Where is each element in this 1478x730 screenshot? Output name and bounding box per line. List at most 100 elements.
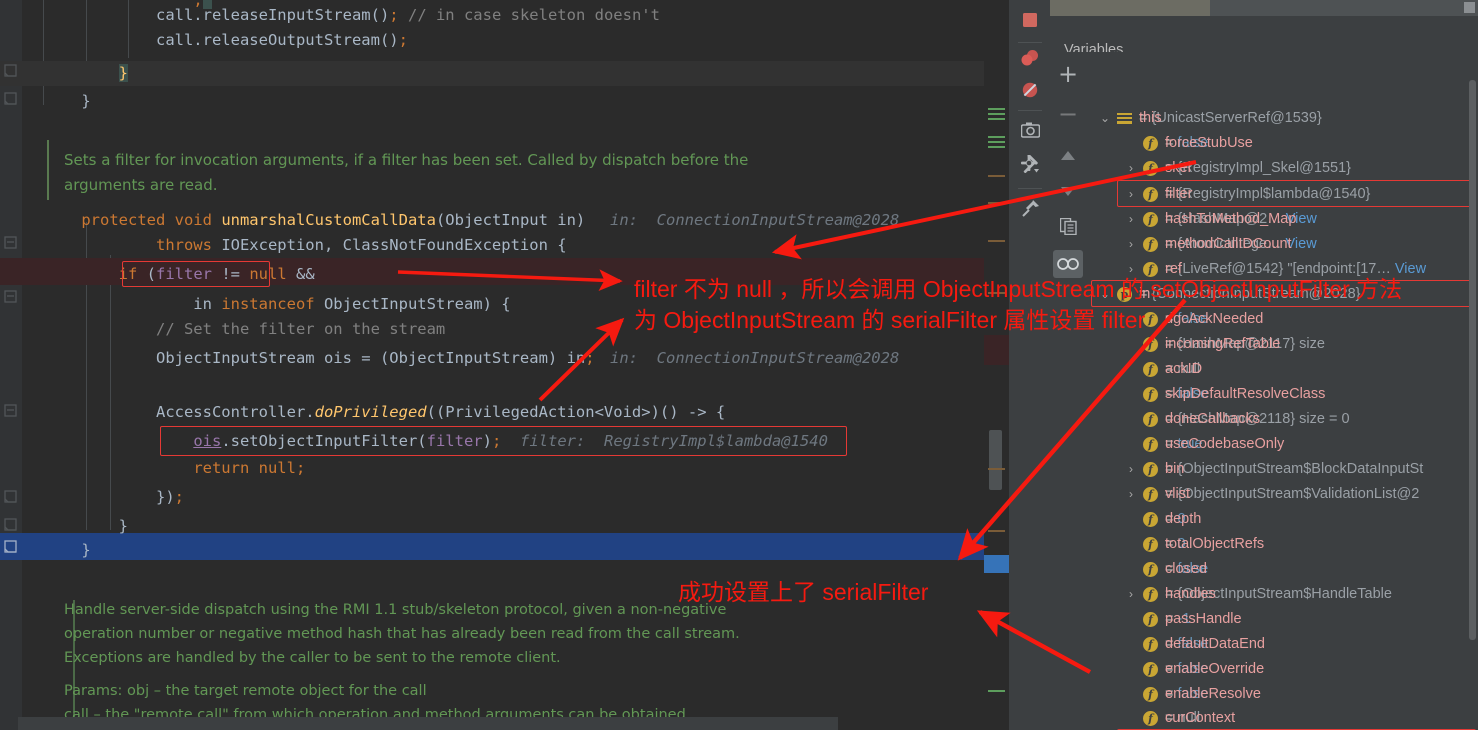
variable-row[interactable]: f enableResolve = false bbox=[1087, 682, 1478, 707]
variable-row[interactable]: › f skel = {RegistryImpl_Skel@1551} bbox=[1087, 156, 1478, 181]
remove-watch-button[interactable]: − bbox=[1053, 100, 1083, 128]
move-up-button[interactable] bbox=[1053, 140, 1083, 168]
variable-name: passHandle bbox=[1165, 611, 1242, 627]
variable-name: ref bbox=[1165, 261, 1182, 277]
variable-row[interactable]: f forceStubUse = false bbox=[1087, 131, 1478, 156]
variable-row[interactable]: f depth = 0 bbox=[1087, 507, 1478, 532]
chevron-down-icon[interactable]: ⌄ bbox=[1097, 282, 1113, 307]
view-link[interactable]: View bbox=[1391, 261, 1426, 277]
editor-marker-bar[interactable] bbox=[984, 0, 1010, 730]
fold-region-icon[interactable] bbox=[4, 92, 17, 105]
variable-row[interactable]: › f handles = {ObjectInputStream$HandleTab… bbox=[1087, 582, 1478, 607]
variable-row[interactable]: f dgcAckNeeded = false bbox=[1087, 307, 1478, 332]
variable-row[interactable]: › f ref = {LiveRef@1542} "[endpoint:[17… V… bbox=[1087, 257, 1478, 282]
chevron-right-icon[interactable]: › bbox=[1123, 232, 1139, 257]
debug-tab-active[interactable] bbox=[1050, 0, 1210, 16]
variable-row[interactable]: f passHandle = -1 bbox=[1087, 607, 1478, 632]
variable-name: incomingRefTable bbox=[1165, 336, 1281, 352]
variable-row[interactable]: › f hashToMethod_Map = {HashMap@2… View bbox=[1087, 207, 1478, 232]
execution-pointer-icon[interactable] bbox=[4, 540, 17, 553]
field-icon: f bbox=[1143, 187, 1158, 202]
variable-row[interactable]: f curContext = null bbox=[1087, 706, 1478, 730]
variable-row[interactable]: f incomingRefTable = {HashMap@2117} size bbox=[1087, 332, 1478, 357]
pin-tab-button[interactable] bbox=[1016, 196, 1044, 224]
variables-tree[interactable]: ⌄ this = {UnicastServerRef@1539} f forceStu… bbox=[1087, 52, 1478, 730]
close-icon[interactable] bbox=[1464, 2, 1475, 13]
variable-text: useCodebaseOnly = true bbox=[1165, 432, 1284, 457]
chevron-right-icon[interactable]: › bbox=[1123, 182, 1139, 207]
breakpoints-icon bbox=[1020, 49, 1040, 71]
field-icon: f bbox=[1143, 487, 1158, 502]
move-down-button[interactable] bbox=[1053, 176, 1083, 204]
variable-text: passHandle = -1 bbox=[1165, 607, 1242, 632]
fold-collapse-icon[interactable] bbox=[4, 404, 17, 417]
chevron-right-icon[interactable]: › bbox=[1123, 482, 1139, 507]
debugger-toolbar[interactable] bbox=[1010, 0, 1050, 730]
variable-row[interactable]: f closed = false bbox=[1087, 557, 1478, 582]
variable-row[interactable]: › f bin = {ObjectInputStream$BlockDataInpu… bbox=[1087, 457, 1478, 482]
chevron-right-icon[interactable]: › bbox=[1123, 457, 1139, 482]
variables-panel[interactable]: Variables + − ⌄ this = {UnicastServerRef@… bbox=[1050, 0, 1478, 730]
stop-button[interactable] bbox=[1016, 8, 1044, 36]
variable-name: defaultDataEnd bbox=[1165, 636, 1265, 652]
settings-button[interactable] bbox=[1016, 152, 1044, 180]
pin-icon bbox=[1021, 199, 1040, 222]
editor-scrollbar-thumb[interactable] bbox=[989, 430, 1002, 490]
variable-row[interactable]: f useCodebaseOnly = true bbox=[1087, 432, 1478, 457]
variable-name: handles bbox=[1165, 586, 1216, 602]
variable-row[interactable]: f totalObjectRefs = 0 bbox=[1087, 532, 1478, 557]
field-icon: f bbox=[1143, 262, 1158, 277]
glasses-icon bbox=[1057, 255, 1079, 274]
variable-name: useCodebaseOnly bbox=[1165, 436, 1285, 452]
variable-row[interactable]: › f vlist = {ObjectInputStream$ValidationL… bbox=[1087, 482, 1478, 507]
chevron-down-icon[interactable]: ⌄ bbox=[1097, 106, 1113, 131]
fold-region-icon[interactable] bbox=[4, 490, 17, 503]
screenshot-button[interactable] bbox=[1016, 118, 1044, 146]
field-icon: f bbox=[1143, 312, 1158, 327]
variable-text: defaultDataEnd = false bbox=[1165, 632, 1265, 657]
mute-breakpoints-button[interactable] bbox=[1016, 78, 1044, 106]
code-line: call.releaseInputStream(); // in case sk… bbox=[44, 6, 660, 24]
variable-row[interactable]: ⌄ this = {UnicastServerRef@1539} bbox=[1087, 106, 1478, 131]
copy-icon bbox=[1059, 217, 1077, 239]
variable-name: this bbox=[1139, 110, 1162, 126]
inline-hint: in: ConnectionInputStream@2028 bbox=[610, 349, 900, 367]
inline-hint: in: ConnectionInputStream@2028 bbox=[610, 211, 900, 229]
variable-name: forceStubUse bbox=[1165, 135, 1253, 151]
variable-row[interactable]: f doneCallbacks = {HashMap@2118} size = 0 bbox=[1087, 407, 1478, 432]
chevron-right-icon[interactable]: › bbox=[1123, 156, 1139, 181]
variable-text: enableResolve = false bbox=[1165, 682, 1261, 707]
doc-scroll-area[interactable] bbox=[18, 717, 838, 730]
fold-collapse-icon[interactable] bbox=[4, 290, 17, 303]
variable-text: methodCallIDCount = {AtomicIntege… View bbox=[1165, 232, 1317, 257]
variable-row[interactable]: › f filter = {RegistryImpl$lambda@1540} bbox=[1087, 182, 1478, 207]
variables-side-toolbar[interactable]: + − bbox=[1050, 52, 1087, 730]
variable-row[interactable]: f defaultDataEnd = false bbox=[1087, 632, 1478, 657]
chevron-right-icon[interactable]: › bbox=[1123, 257, 1139, 282]
variable-text: skel = {RegistryImpl_Skel@1551} bbox=[1165, 156, 1351, 181]
code-editor[interactable]: ; call.releaseInputStream(); // in case … bbox=[0, 0, 1010, 730]
variable-row[interactable]: f ackID = null bbox=[1087, 357, 1478, 382]
add-watch-button[interactable]: + bbox=[1053, 60, 1083, 88]
debug-tab-bar[interactable] bbox=[1050, 0, 1478, 16]
variable-row[interactable]: ⌄ p in = {ConnectionInputStream@2028} bbox=[1087, 282, 1478, 307]
watches-toggle-button[interactable] bbox=[1053, 250, 1083, 278]
variables-scrollbar[interactable] bbox=[1469, 80, 1476, 640]
chevron-right-icon[interactable]: › bbox=[1123, 582, 1139, 607]
copy-value-button[interactable] bbox=[1053, 214, 1083, 242]
variable-value: {LiveRef@1542} "[endpoint:[17… bbox=[1177, 261, 1391, 277]
view-breakpoints-button[interactable] bbox=[1016, 46, 1044, 74]
variable-row[interactable]: › f methodCallIDCount = {AtomicIntege… Vie… bbox=[1087, 232, 1478, 257]
code-line: } bbox=[44, 517, 128, 535]
field-icon: f bbox=[1143, 512, 1158, 527]
variable-row[interactable]: f enableOverride = false bbox=[1087, 657, 1478, 682]
chevron-right-icon[interactable]: › bbox=[1123, 207, 1139, 232]
variable-name: methodCallIDCount bbox=[1165, 236, 1292, 252]
fold-region-icon[interactable] bbox=[4, 518, 17, 531]
fold-collapse-icon[interactable] bbox=[4, 236, 17, 249]
variable-size: size bbox=[1295, 336, 1325, 352]
fold-region-icon[interactable] bbox=[4, 64, 17, 77]
variable-text: ref = {LiveRef@1542} "[endpoint:[17… Vie… bbox=[1165, 257, 1426, 282]
variable-text: ackID = null bbox=[1165, 357, 1202, 382]
variable-row[interactable]: f skipDefaultResolveClass = false bbox=[1087, 382, 1478, 407]
